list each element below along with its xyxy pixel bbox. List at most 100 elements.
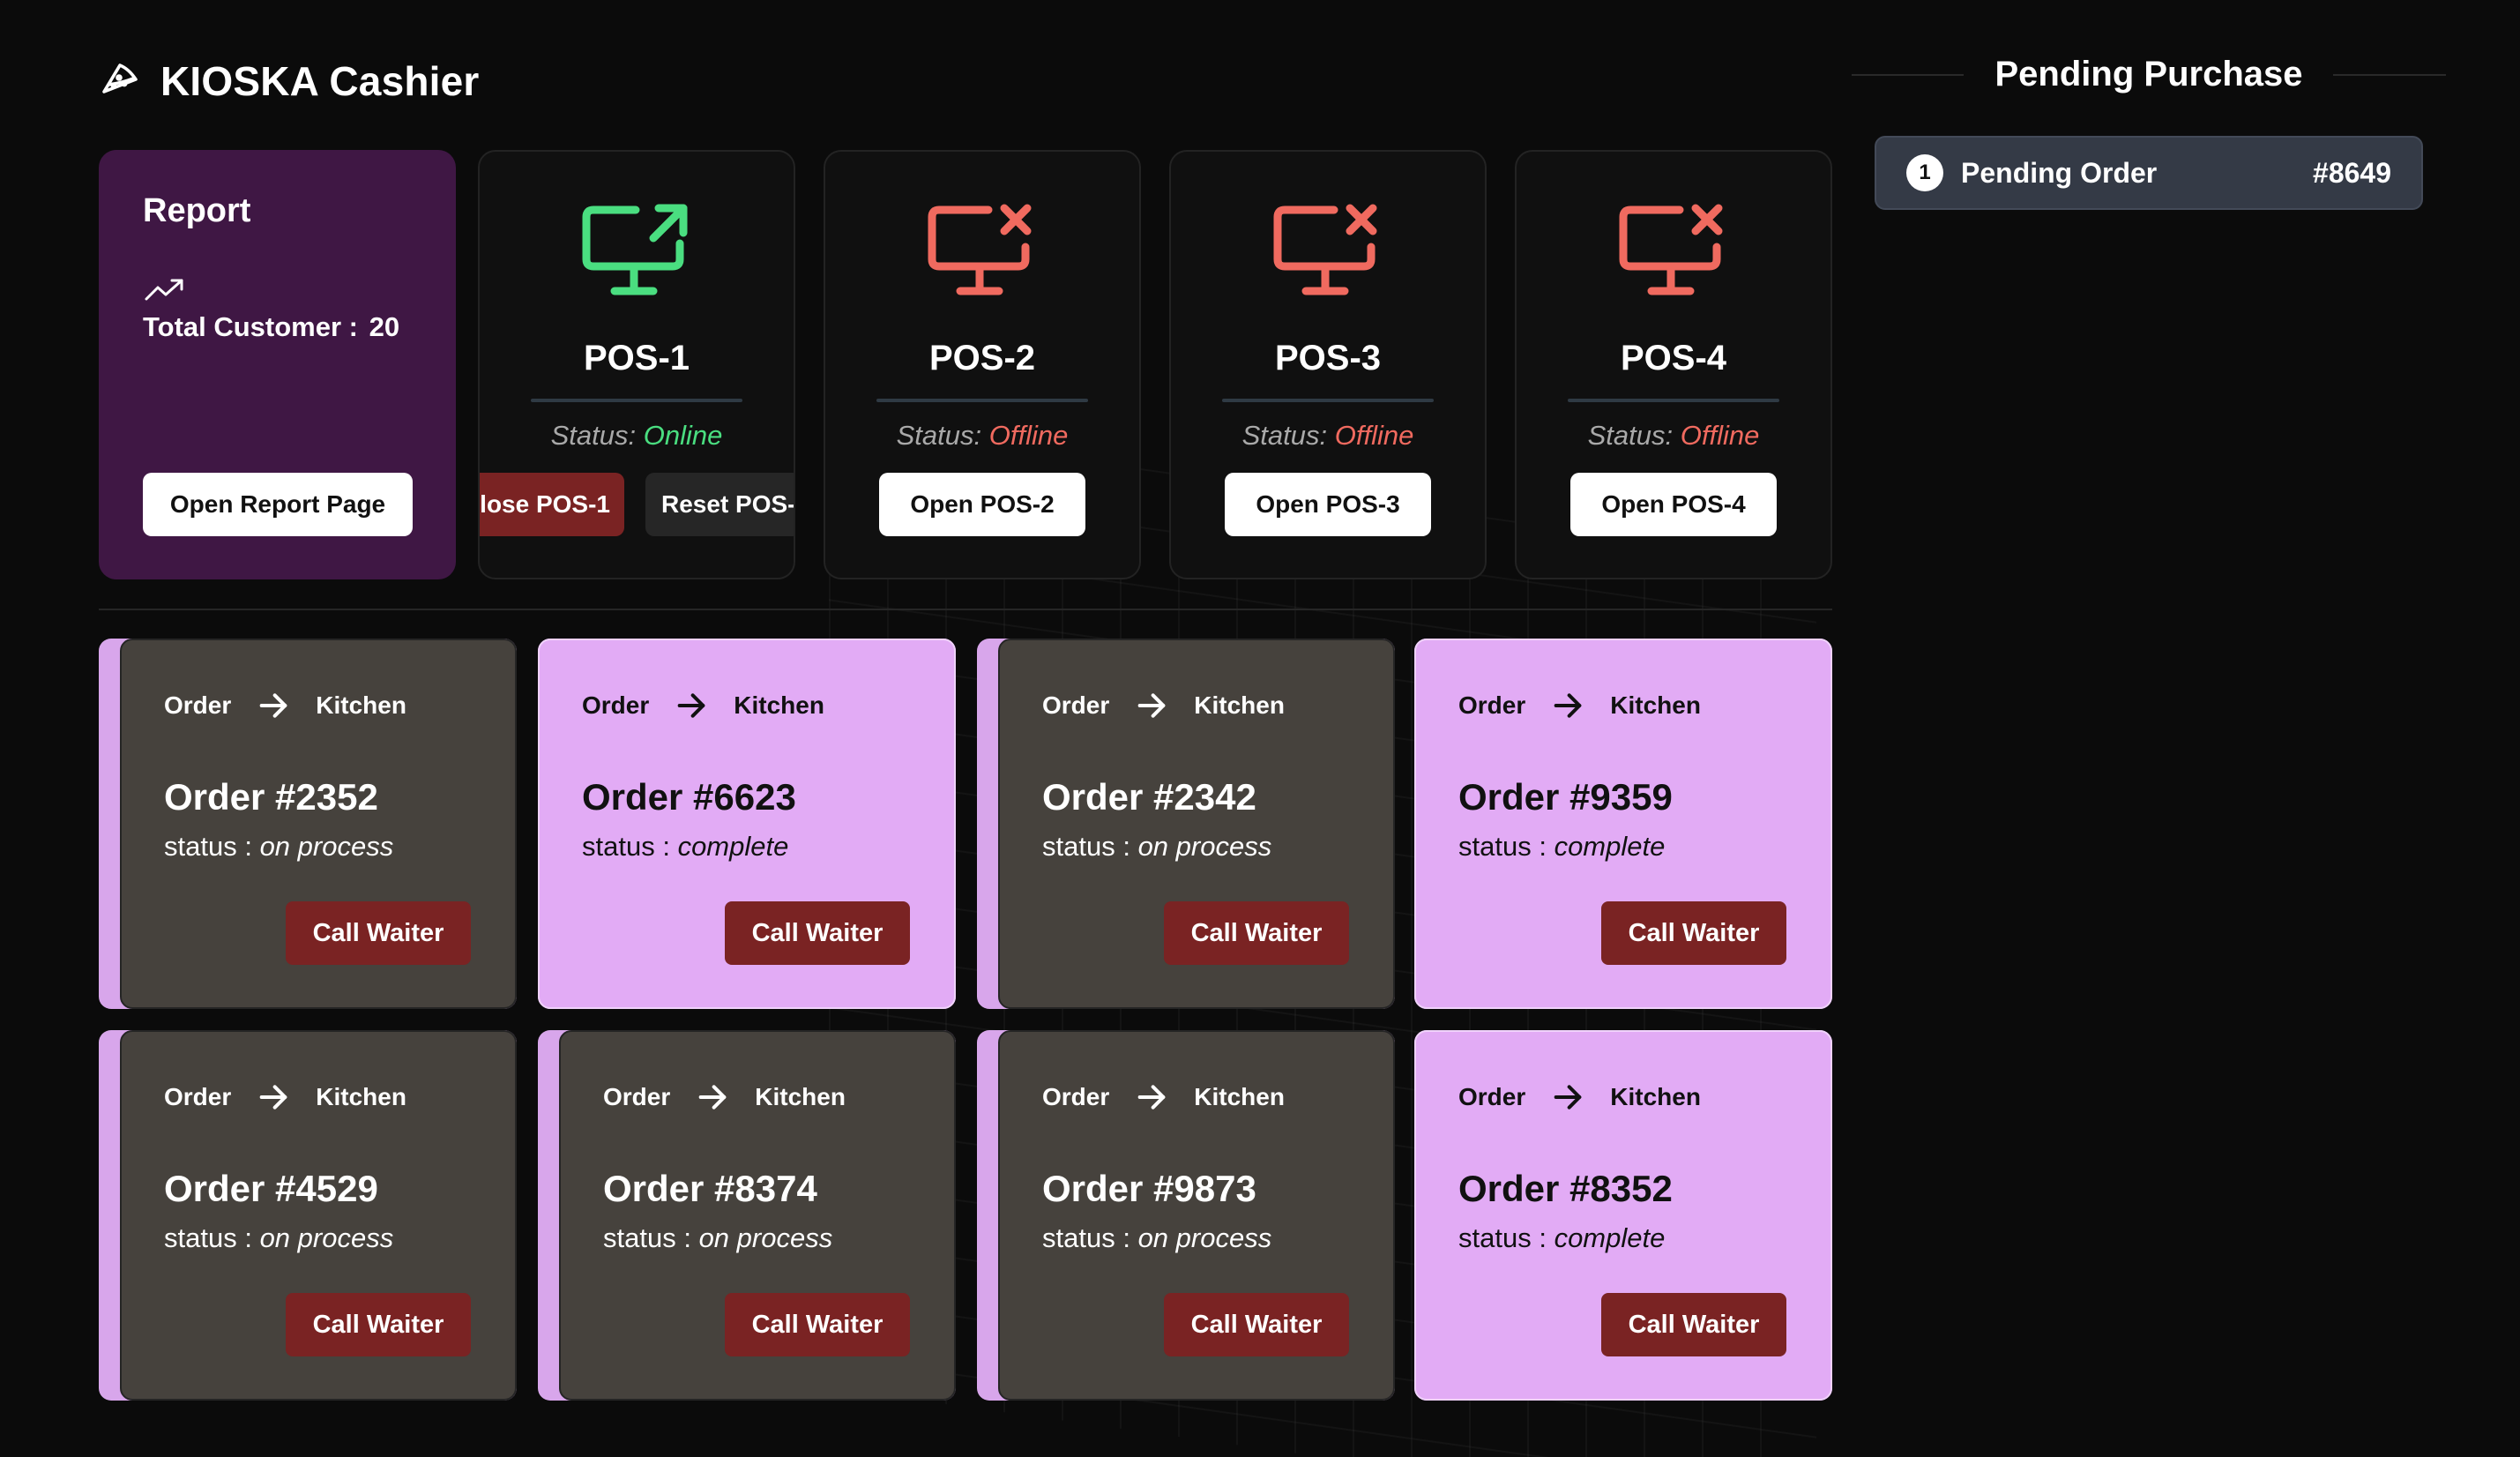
section-divider xyxy=(99,609,1832,610)
order-card: Order Kitchen Order #2342 status : on proce… xyxy=(977,639,1395,1009)
order-card-body: Order Kitchen Order #2352 status : on proce… xyxy=(120,639,517,1009)
pos-name: POS-2 xyxy=(928,339,1036,377)
order-title: Order #8374 xyxy=(603,1168,817,1209)
pending-order-label: Pending Order xyxy=(1961,156,2158,189)
trending-up-icon xyxy=(143,276,185,303)
order-flow: Order Kitchen xyxy=(603,1080,912,1115)
status-prefix: Status: xyxy=(896,420,982,451)
order-status-value: on process xyxy=(259,1222,394,1253)
order-status-label: status : xyxy=(582,831,670,862)
monitor-online-icon xyxy=(582,204,688,295)
call-waiter-button[interactable]: Call Waiter xyxy=(1601,1293,1786,1356)
flow-to-label: Kitchen xyxy=(1610,1083,1701,1110)
order-flow: Order Kitchen xyxy=(582,688,912,723)
flow-to-label: Kitchen xyxy=(734,691,824,719)
order-flow: Order Kitchen xyxy=(164,1080,473,1115)
order-flow: Order Kitchen xyxy=(1458,1080,1788,1115)
arrow-right-icon xyxy=(259,693,287,718)
order-card: Order Kitchen Order #8374 status : on proce… xyxy=(538,1030,956,1401)
divider xyxy=(1222,399,1434,402)
flow-to-label: Kitchen xyxy=(316,691,406,719)
pos-card-1: POS-1 Status: Online Close POS-1 Reset P… xyxy=(478,150,795,579)
order-status: status : complete xyxy=(1458,1222,1788,1254)
arrow-right-icon xyxy=(1554,1085,1582,1110)
open-pos-4-button[interactable]: Open POS-4 xyxy=(1570,473,1777,536)
call-waiter-button[interactable]: Call Waiter xyxy=(1164,901,1349,965)
call-waiter-button[interactable]: Call Waiter xyxy=(286,1293,471,1356)
order-card-body: Order Kitchen Order #9873 status : on proce… xyxy=(998,1030,1395,1401)
order-status-value: on process xyxy=(259,831,394,862)
status-value: Offline xyxy=(1334,420,1414,451)
order-title: Order #9359 xyxy=(1458,776,1673,818)
report-card: Report Total Customer : 20 Open Report P… xyxy=(99,150,456,579)
flow-from-label: Order xyxy=(582,691,650,719)
order-card: Order Kitchen Order #9873 status : on proce… xyxy=(977,1030,1395,1401)
report-title: Report xyxy=(143,192,251,229)
status-prefix: Status: xyxy=(550,420,637,451)
order-status-label: status : xyxy=(603,1222,691,1253)
call-waiter-button[interactable]: Call Waiter xyxy=(1601,901,1786,965)
status-prefix: Status: xyxy=(1241,420,1328,451)
order-card: Order Kitchen Order #2352 status : on proce… xyxy=(99,639,517,1009)
order-status-value: complete xyxy=(1554,831,1666,862)
call-waiter-button[interactable]: Call Waiter xyxy=(1164,1293,1349,1356)
total-customer-label: Total Customer : xyxy=(143,311,358,342)
order-status: status : complete xyxy=(582,831,912,863)
call-waiter-button[interactable]: Call Waiter xyxy=(725,901,910,965)
pos-status: Status: Offline xyxy=(1171,420,1485,452)
flow-to-label: Kitchen xyxy=(316,1083,406,1110)
arrow-right-icon xyxy=(1554,693,1582,718)
order-status-value: on process xyxy=(1137,831,1272,862)
order-card-body: Order Kitchen Order #8374 status : on proce… xyxy=(559,1030,956,1401)
pos-status: Status: Online xyxy=(480,420,794,452)
status-prefix: Status: xyxy=(1587,420,1674,451)
flow-to-label: Kitchen xyxy=(1194,1083,1285,1110)
count-badge: 1 xyxy=(1906,154,1943,191)
pizza-slice-icon xyxy=(99,58,141,105)
order-status-label: status : xyxy=(164,831,252,862)
pos-name: POS-1 xyxy=(583,339,690,377)
call-waiter-button[interactable]: Call Waiter xyxy=(286,901,471,965)
pending-purchase-header: Pending Purchase xyxy=(1852,49,2446,99)
pending-purchase-title: Pending Purchase xyxy=(1963,54,2335,94)
order-flow: Order Kitchen xyxy=(164,688,473,723)
order-status-value: complete xyxy=(1554,1222,1666,1253)
flow-from-label: Order xyxy=(1458,1083,1526,1110)
flow-from-label: Order xyxy=(1042,691,1110,719)
arrow-right-icon xyxy=(1137,1085,1166,1110)
open-pos-3-button[interactable]: Open POS-3 xyxy=(1225,473,1431,536)
order-status: status : on process xyxy=(164,1222,473,1254)
arrow-right-icon xyxy=(677,693,705,718)
order-status: status : on process xyxy=(164,831,473,863)
total-customer-stat: Total Customer : 20 xyxy=(143,311,412,343)
order-status-label: status : xyxy=(1042,831,1130,862)
order-card-body: Order Kitchen Order #8352 status : complete… xyxy=(1414,1030,1832,1401)
open-pos-2-button[interactable]: Open POS-2 xyxy=(879,473,1085,536)
order-title: Order #2342 xyxy=(1042,776,1256,818)
divider xyxy=(1852,74,1965,76)
divider xyxy=(1568,399,1779,402)
divider xyxy=(876,399,1088,402)
order-status: status : on process xyxy=(603,1222,912,1254)
pending-order-id: #8649 xyxy=(2313,156,2391,189)
status-value: Offline xyxy=(1680,420,1760,451)
order-status: status : on process xyxy=(1042,831,1351,863)
flow-from-label: Order xyxy=(164,691,232,719)
flow-from-label: Order xyxy=(1458,691,1526,719)
close-pos-1-button[interactable]: Close POS-1 xyxy=(480,473,624,536)
reset-pos-1-button[interactable]: Reset POS-1 xyxy=(645,473,794,536)
order-status-label: status : xyxy=(1458,831,1547,862)
order-card-body: Order Kitchen Order #2342 status : on proce… xyxy=(998,639,1395,1009)
pos-card-2: POS-2 Status: Offline Open POS-2 xyxy=(824,150,1141,579)
call-waiter-button[interactable]: Call Waiter xyxy=(725,1293,910,1356)
order-title: Order #8352 xyxy=(1458,1168,1673,1209)
order-status-label: status : xyxy=(1042,1222,1130,1253)
order-title: Order #4529 xyxy=(164,1168,378,1209)
pos-name: POS-4 xyxy=(1620,339,1727,377)
order-status: status : on process xyxy=(1042,1222,1351,1254)
flow-to-label: Kitchen xyxy=(1610,691,1701,719)
flow-from-label: Order xyxy=(1042,1083,1110,1110)
pending-order-item[interactable]: 1 Pending Order #8649 xyxy=(1875,136,2423,210)
order-status-value: on process xyxy=(1137,1222,1272,1253)
open-report-page-button[interactable]: Open Report Page xyxy=(143,473,413,536)
